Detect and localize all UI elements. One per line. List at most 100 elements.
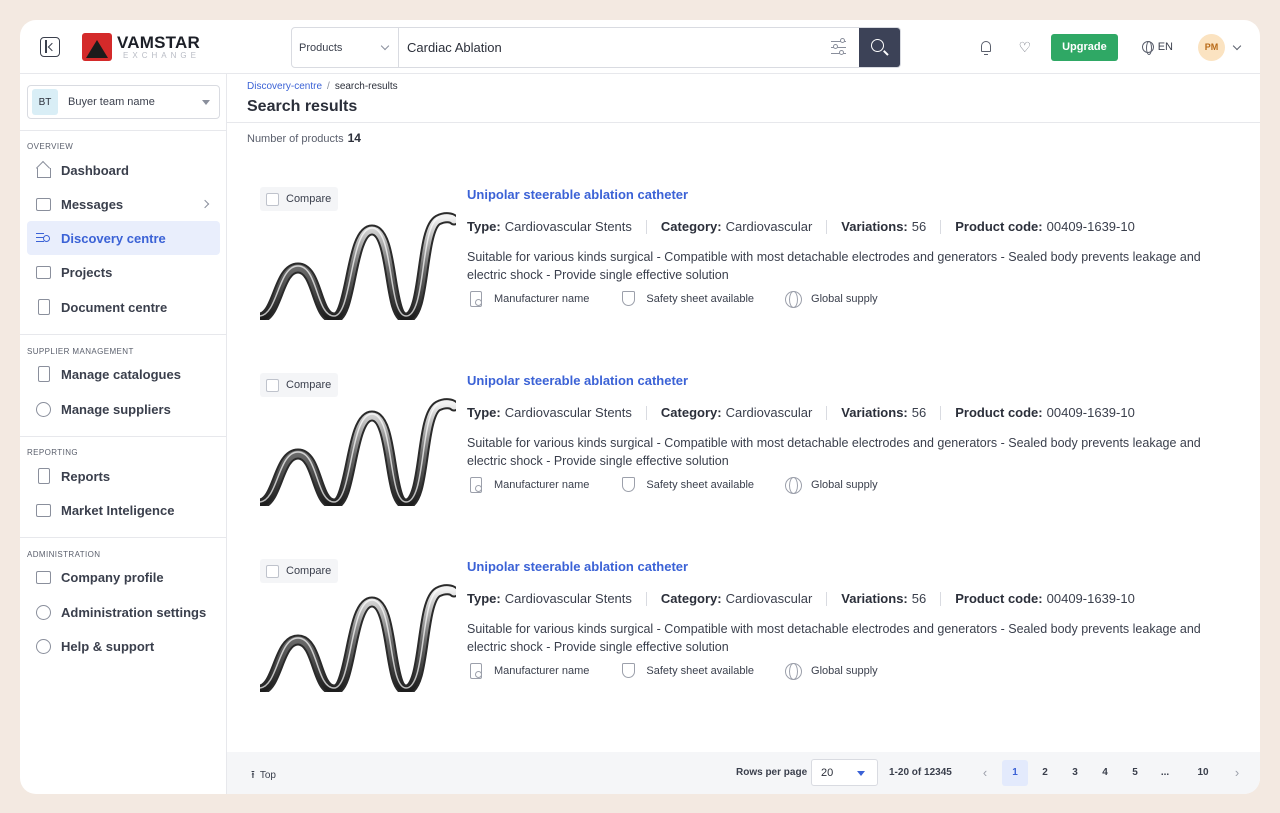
top-header: VAMSTAR EXCHANGE Products ♡ Upgrade EN P… xyxy=(20,20,1260,74)
lifebuoy-icon xyxy=(34,637,52,655)
sidebar-item-administration-settings[interactable]: Administration settings xyxy=(27,595,220,629)
product-title-link[interactable]: Unipolar steerable ablation catheter xyxy=(467,559,688,574)
manufacturer-doc-icon xyxy=(467,662,485,680)
page-button-10[interactable]: 10 xyxy=(1190,760,1216,786)
team-name: Buyer team name xyxy=(68,96,155,108)
feature-safety-sheet[interactable]: Safety sheet available xyxy=(619,476,754,494)
sidebar-item-projects[interactable]: Projects xyxy=(27,255,220,289)
product-image[interactable] xyxy=(260,572,456,692)
briefcase-icon xyxy=(34,263,52,281)
sidebar-item-help-support[interactable]: Help & support xyxy=(27,629,220,663)
divider xyxy=(20,436,226,437)
manufacturer-doc-icon xyxy=(467,290,485,308)
chevron-down-icon[interactable] xyxy=(1232,41,1242,50)
next-page-icon[interactable]: › xyxy=(1224,760,1250,786)
rows-per-page-label: Rows per page xyxy=(736,767,808,778)
globe-icon[interactable] xyxy=(1141,41,1154,55)
feature-safety-sheet[interactable]: Safety sheet available xyxy=(619,662,754,680)
catalogue-icon xyxy=(34,365,52,383)
prev-page-icon[interactable]: ‹ xyxy=(972,760,998,786)
rows-per-page-select[interactable]: 20 xyxy=(811,759,878,786)
arrow-up-icon: ⭱ xyxy=(251,769,255,781)
spec-label-product-code: Product code: xyxy=(955,219,1043,234)
sidebar-item-document-centre[interactable]: Document centre xyxy=(27,290,220,324)
spec-label-category: Category: xyxy=(660,219,722,234)
compare-checkbox[interactable] xyxy=(266,564,279,578)
section-label-supplier-management: SUPPLIER MANAGEMENT xyxy=(27,347,134,356)
product-card: Compare Unipolar steerable ablation cath… xyxy=(260,558,1240,708)
sidebar-item-manage-suppliers[interactable]: Manage suppliers xyxy=(27,392,220,426)
back-to-top-link[interactable]: ⭱ Top xyxy=(251,766,276,785)
upgrade-button[interactable]: Upgrade xyxy=(1051,33,1118,61)
search-button[interactable] xyxy=(859,28,900,67)
documents-icon xyxy=(34,298,52,316)
feature-manufacturer[interactable]: Manufacturer name xyxy=(467,290,589,308)
chevron-down-icon xyxy=(380,41,390,51)
breadcrumb-link-discovery-centre[interactable]: Discovery-centre xyxy=(247,81,322,92)
sidebar-item-discovery-centre[interactable]: Discovery centre xyxy=(27,221,220,255)
spec-label-category: Category: xyxy=(660,405,722,420)
search-bar: Products xyxy=(291,27,901,68)
product-title-link[interactable]: Unipolar steerable ablation catheter xyxy=(467,373,688,388)
page-button-5[interactable]: 5 xyxy=(1122,760,1148,786)
chevron-right-icon xyxy=(200,199,210,209)
sidebar-item-market-intelligence[interactable]: Market Inteligence xyxy=(27,493,220,527)
sidebar-item-dashboard[interactable]: Dashboard xyxy=(27,153,220,187)
sidebar-item-label: Projects xyxy=(61,264,113,280)
sidebar-item-reports[interactable]: Reports xyxy=(27,459,220,493)
language-selector[interactable]: EN xyxy=(1158,41,1173,53)
bell-icon[interactable] xyxy=(979,40,993,55)
page-button-2[interactable]: 2 xyxy=(1032,760,1058,786)
search-scope-select[interactable]: Products xyxy=(292,28,399,67)
compare-checkbox[interactable] xyxy=(266,192,279,206)
product-features: Manufacturer name Safety sheet available… xyxy=(467,476,908,494)
search-input[interactable] xyxy=(399,28,819,67)
sidebar-collapse-icon[interactable] xyxy=(40,37,60,57)
sidebar-item-manage-catalogues[interactable]: Manage catalogues xyxy=(27,357,220,391)
breadcrumb-separator: / xyxy=(327,81,330,92)
spec-type: Cardiovascular Stents xyxy=(504,405,632,420)
spec-product-code: 00409-1639-10 xyxy=(1046,219,1135,234)
heart-icon[interactable]: ♡ xyxy=(1019,40,1032,54)
feature-manufacturer[interactable]: Manufacturer name xyxy=(467,476,589,494)
product-count-label: Number of products xyxy=(247,133,344,145)
vamstar-logo[interactable]: VAMSTAR EXCHANGE xyxy=(82,33,200,61)
users-icon xyxy=(34,400,52,418)
feature-label: Global supply xyxy=(811,479,878,491)
breadcrumb: Discovery-centre / search-results xyxy=(247,81,398,92)
product-image[interactable] xyxy=(260,200,456,320)
gear-icon xyxy=(34,603,52,621)
product-title-link[interactable]: Unipolar steerable ablation catheter xyxy=(467,187,688,202)
spec-separator xyxy=(645,219,647,234)
sidebar-item-messages[interactable]: Messages xyxy=(27,187,220,221)
page-button-1[interactable]: 1 xyxy=(1002,759,1028,786)
compare-toggle[interactable]: Compare xyxy=(260,187,338,211)
spec-label-type: Type: xyxy=(467,591,501,606)
product-specs: Type: Cardiovascular Stents Category: Card… xyxy=(467,405,1135,420)
divider xyxy=(20,537,226,538)
feature-global-supply: Global supply xyxy=(784,476,878,494)
feature-global-supply: Global supply xyxy=(784,662,878,680)
compare-toggle[interactable]: Compare xyxy=(260,559,338,583)
feature-safety-sheet[interactable]: Safety sheet available xyxy=(619,290,754,308)
shield-check-icon xyxy=(619,290,637,308)
user-avatar[interactable]: PM xyxy=(1198,33,1225,61)
filter-sliders-icon[interactable] xyxy=(819,28,859,67)
product-specs: Type: Cardiovascular Stents Category: Card… xyxy=(467,591,1135,606)
spec-label-product-code: Product code: xyxy=(955,405,1043,420)
sidebar-item-company-profile[interactable]: Company profile xyxy=(27,560,220,594)
compare-toggle[interactable]: Compare xyxy=(260,373,338,397)
page-button-4[interactable]: 4 xyxy=(1092,760,1118,786)
sidebar-item-label: Manage catalogues xyxy=(61,366,181,382)
feature-manufacturer[interactable]: Manufacturer name xyxy=(467,662,589,680)
compare-checkbox[interactable] xyxy=(266,378,279,392)
product-image[interactable] xyxy=(260,386,456,506)
sidebar-item-label: Market Inteligence xyxy=(61,502,175,518)
spec-type: Cardiovascular Stents xyxy=(504,591,632,606)
divider xyxy=(227,122,1260,123)
wolf-logo-icon xyxy=(82,33,112,61)
globe-icon xyxy=(784,290,803,308)
team-selector[interactable]: BT Buyer team name xyxy=(27,85,220,119)
section-label-overview: OVERVIEW xyxy=(27,142,74,151)
page-button-3[interactable]: 3 xyxy=(1062,760,1088,786)
